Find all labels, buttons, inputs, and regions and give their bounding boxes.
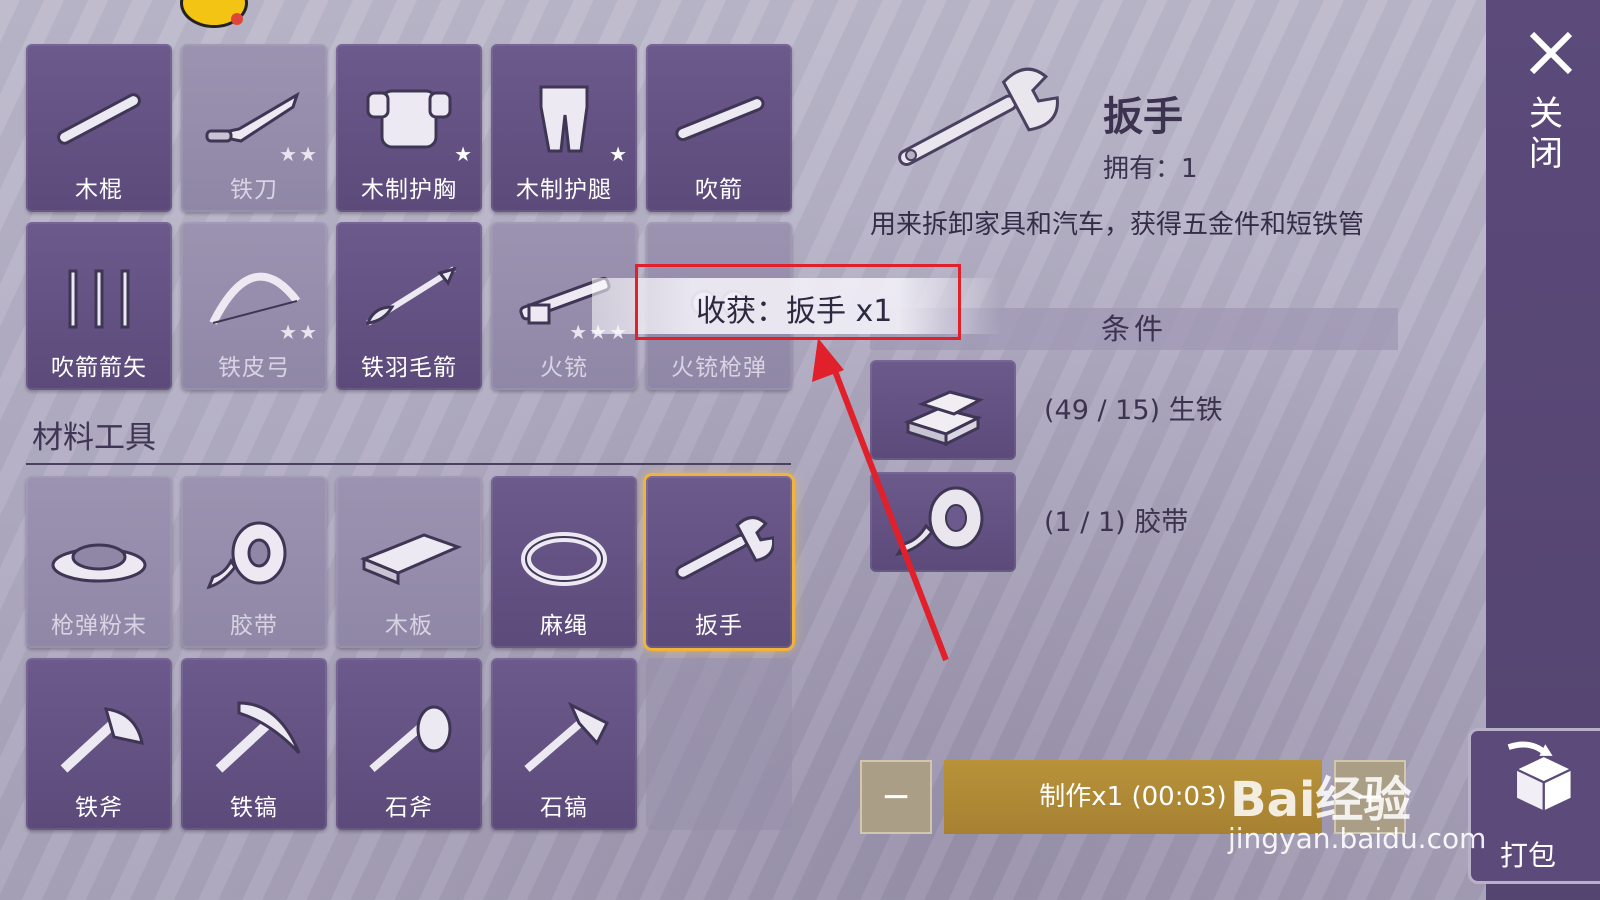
item-tile-rope[interactable]: 麻绳 — [491, 476, 637, 648]
item-label: 木制护腿 — [516, 177, 612, 203]
star-rating: ★ — [454, 142, 474, 166]
item-tile-wrench[interactable]: 扳手 — [646, 476, 792, 648]
close-button-label[interactable]: 关闭 — [1526, 94, 1566, 174]
watermark-url: jingyan.baidu.com — [1228, 822, 1487, 855]
item-label: 石镐 — [540, 795, 588, 821]
item-tile-wood-legguard[interactable]: ★ 木制护腿 — [491, 44, 637, 212]
gunpowder-icon — [51, 543, 147, 583]
iron-pickaxe-icon — [215, 701, 301, 773]
decrease-quantity-button[interactable]: − — [860, 760, 932, 834]
pack-button-label[interactable]: 打包 — [1500, 834, 1556, 874]
item-label: 铁刀 — [230, 177, 278, 203]
game-logo-badge — [180, 0, 248, 28]
star-rating: ★★ — [279, 142, 319, 166]
annotation-highlight-box — [635, 264, 961, 340]
plank-icon — [360, 533, 463, 585]
item-label: 木板 — [385, 613, 433, 639]
wood-chestguard-icon — [366, 89, 452, 149]
wrench-icon — [675, 515, 774, 580]
stone-axe-icon — [369, 705, 452, 772]
item-label: 枪弹粉末 — [51, 613, 147, 639]
owned-count: 拥有：1 — [1103, 154, 1198, 184]
item-tile-iron-bow[interactable]: ★★ 铁皮弓 — [181, 222, 327, 390]
item-tile-feather-arrow[interactable]: 铁羽毛箭 — [336, 222, 482, 390]
item-tile-tape[interactable]: 胶带 — [181, 476, 327, 648]
stone-pickaxe-icon — [524, 701, 610, 772]
item-label: 吹箭 — [695, 177, 743, 203]
wood-legguard-icon — [539, 85, 589, 153]
star-rating: ★ — [609, 142, 629, 166]
item-tile-iron-knife[interactable]: ★★ 铁刀 — [181, 44, 327, 212]
item-tile-stone-pickaxe[interactable]: 石镐 — [491, 658, 637, 830]
requirement-tape-text: (1 / 1) 胶带 — [1044, 507, 1189, 538]
baidu-watermark: Bai经验 — [1230, 772, 1412, 828]
item-label: 石斧 — [385, 795, 433, 821]
annotation-arrow — [812, 338, 949, 662]
requirement-iron-text: (49 / 15) 生铁 — [1044, 395, 1223, 426]
item-tile-stone-axe[interactable]: 石斧 — [336, 658, 482, 830]
item-label: 麻绳 — [540, 613, 588, 639]
item-label: 木棍 — [75, 177, 123, 203]
stick-icon — [57, 93, 141, 145]
darts-icon — [68, 269, 130, 329]
item-description: 用来拆卸家具和汽车，获得五金件和短铁管 — [870, 210, 1365, 240]
item-tile-stick[interactable]: 木棍 — [26, 44, 172, 212]
star-rating: ★★ — [279, 320, 319, 344]
item-label: 火铳枪弹 — [671, 355, 767, 381]
item-tile-blowgun[interactable]: 吹箭 — [646, 44, 792, 212]
blowgun-icon — [675, 96, 765, 142]
item-label: 胶带 — [230, 613, 278, 639]
item-label: 吹箭箭矢 — [51, 355, 147, 381]
item-tile-plank[interactable]: 木板 — [336, 476, 482, 648]
item-tile-iron-pickaxe[interactable]: 铁镐 — [181, 658, 327, 830]
item-label: 铁皮弓 — [218, 355, 290, 381]
item-tile-iron-axe[interactable]: 铁斧 — [26, 658, 172, 830]
section-divider — [26, 463, 791, 465]
tape-icon — [206, 521, 287, 589]
empty-slot — [646, 658, 792, 830]
iron-axe-icon — [60, 706, 144, 773]
item-label: 铁斧 — [75, 795, 123, 821]
item-label: 木制护胸 — [361, 177, 457, 203]
item-tile-darts[interactable]: 吹箭箭矢 — [26, 222, 172, 390]
package-box-icon — [1507, 741, 1575, 814]
item-tile-gunpowder[interactable]: 枪弹粉末 — [26, 476, 172, 648]
feather-arrow-icon — [365, 266, 457, 326]
section-title: 材料工具 — [32, 420, 156, 456]
wrench-icon — [898, 67, 1059, 167]
notification-dot — [231, 13, 243, 25]
item-name: 扳手 — [1103, 94, 1183, 140]
item-label: 扳手 — [695, 613, 743, 639]
item-tile-wood-chestguard[interactable]: ★ 木制护胸 — [336, 44, 482, 212]
rope-icon — [521, 531, 607, 586]
close-icon[interactable] — [1526, 28, 1576, 78]
item-label: 铁羽毛箭 — [361, 355, 457, 381]
item-label: 铁镐 — [230, 795, 278, 821]
item-label: 火铳 — [540, 355, 588, 381]
